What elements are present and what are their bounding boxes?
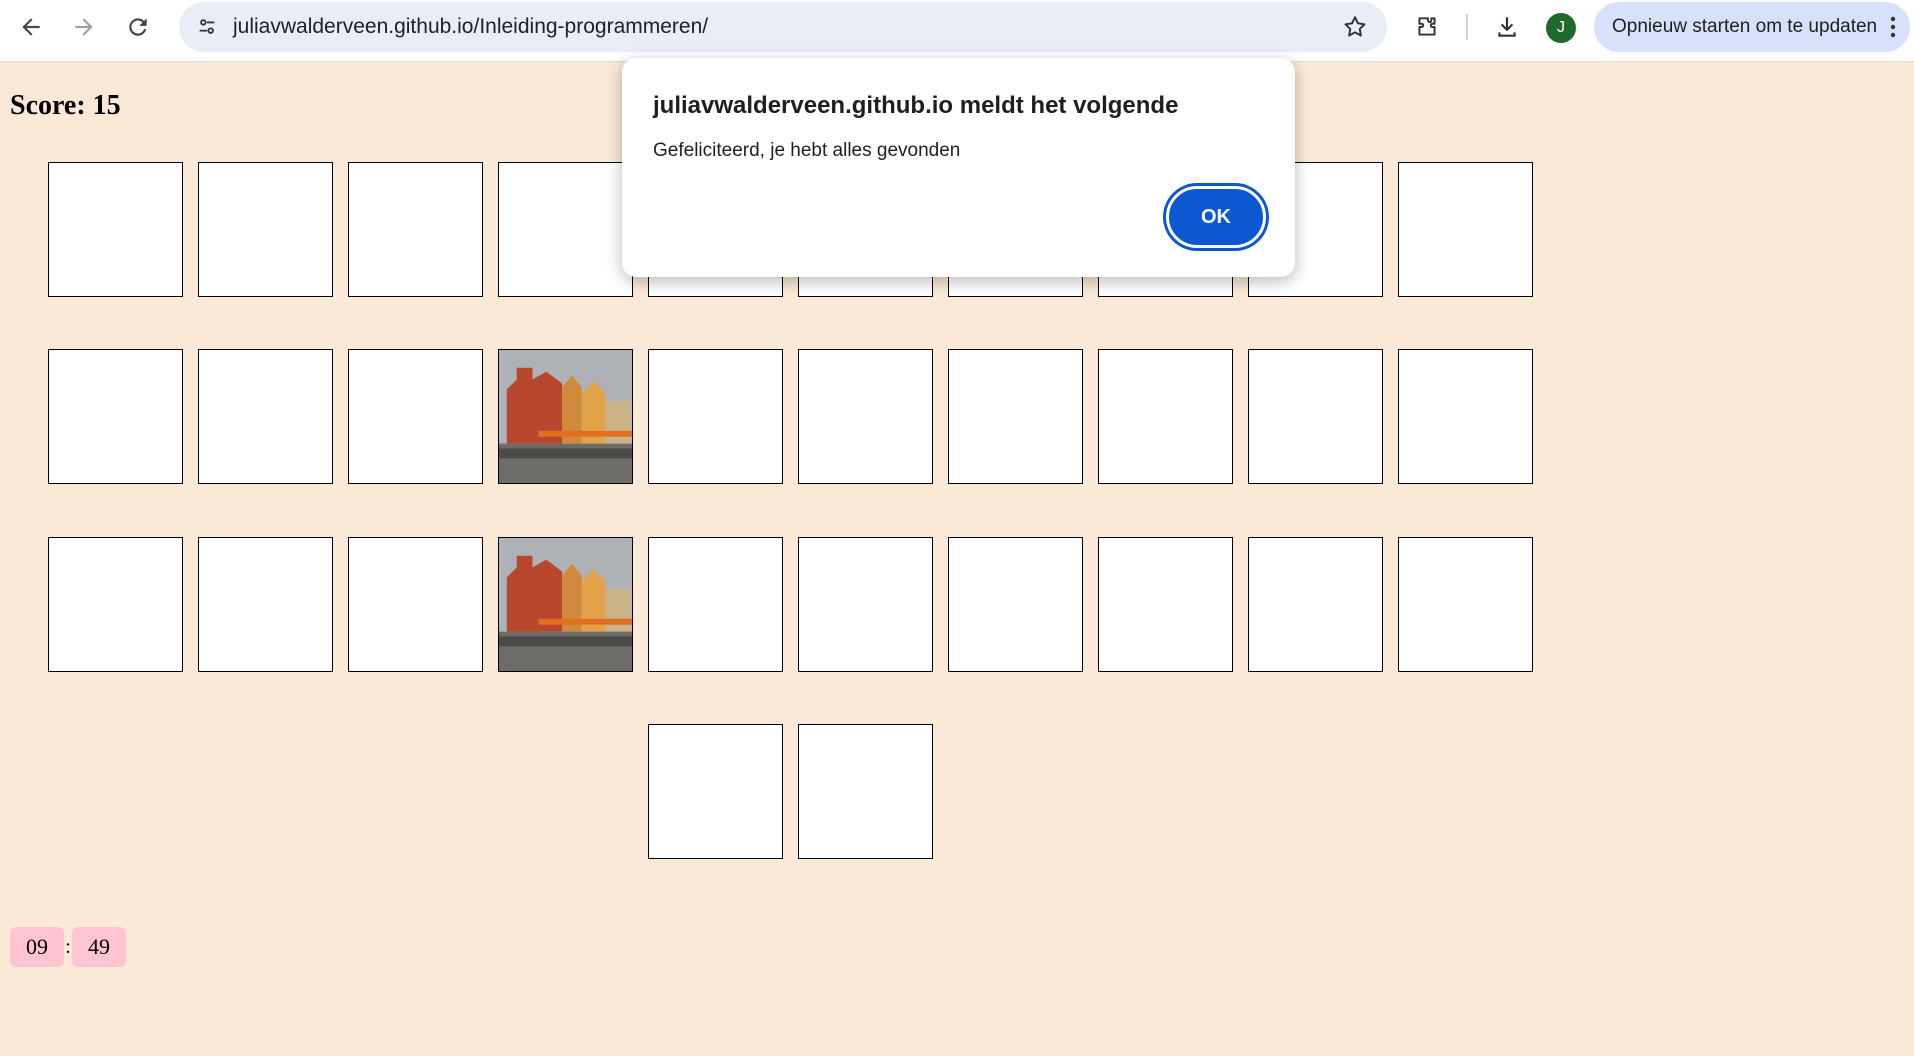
memory-card[interactable]: [48, 537, 183, 672]
toolbar-divider: [1466, 14, 1468, 40]
memory-card[interactable]: [948, 537, 1083, 672]
dialog-title: juliavwalderveen.github.io meldt het vol…: [653, 92, 1179, 119]
memory-card[interactable]: [1248, 349, 1383, 484]
forward-button[interactable]: [66, 9, 102, 45]
address-bar[interactable]: juliavwalderveen.github.io/Inleiding-pro…: [179, 2, 1387, 52]
memory-card[interactable]: [1398, 537, 1533, 672]
memory-card[interactable]: [798, 537, 933, 672]
memory-card[interactable]: [48, 162, 183, 297]
url-text[interactable]: juliavwalderveen.github.io/Inleiding-pro…: [233, 15, 708, 39]
browser-toolbar: juliavwalderveen.github.io/Inleiding-pro…: [0, 0, 1914, 62]
score-label: Score: 15: [10, 90, 121, 121]
memory-card[interactable]: [498, 162, 633, 297]
memory-card[interactable]: [648, 537, 783, 672]
timer-separator: :: [65, 935, 71, 958]
memory-card[interactable]: [198, 349, 333, 484]
memory-card[interactable]: [1098, 537, 1233, 672]
memory-card[interactable]: [1098, 349, 1233, 484]
timer: 09 : 49: [10, 927, 126, 967]
site-info-button[interactable]: [191, 11, 223, 43]
alert-dialog: juliavwalderveen.github.io meldt het vol…: [622, 58, 1295, 277]
reload-icon: [129, 18, 147, 36]
reload-button[interactable]: [120, 9, 156, 45]
memory-card[interactable]: [948, 349, 1083, 484]
memory-card[interactable]: [198, 537, 333, 672]
site-settings-icon: [199, 19, 215, 34]
memory-card[interactable]: [1398, 349, 1533, 484]
memory-card[interactable]: [348, 349, 483, 484]
building-photo: [499, 350, 632, 483]
memory-card[interactable]: [648, 724, 783, 859]
back-arrow-icon: [22, 18, 40, 36]
forward-arrow-icon: [75, 18, 93, 36]
memory-card[interactable]: [198, 162, 333, 297]
dialog-message: Gefeliciteerd, je hebt alles gevonden: [653, 140, 961, 161]
timer-seconds: 49: [72, 927, 126, 967]
extensions-button[interactable]: [1409, 9, 1445, 45]
memory-card[interactable]: [348, 537, 483, 672]
more-vert-icon[interactable]: [1890, 15, 1896, 39]
timer-minutes: 09: [10, 927, 64, 967]
back-button[interactable]: [13, 9, 49, 45]
building-photo: [499, 538, 632, 671]
profile-avatar[interactable]: J: [1546, 13, 1576, 43]
bookmark-button[interactable]: [1339, 11, 1371, 43]
memory-card[interactable]: [348, 162, 483, 297]
memory-card[interactable]: [798, 349, 933, 484]
update-restart-label: Opnieuw starten om te updaten: [1612, 16, 1878, 37]
bookmark-star-icon: [1344, 16, 1366, 37]
download-icon: [1498, 17, 1516, 37]
memory-card[interactable]: [648, 349, 783, 484]
memory-card[interactable]: [48, 349, 183, 484]
update-restart-button[interactable]: Opnieuw starten om te updaten: [1594, 2, 1910, 52]
downloads-button[interactable]: [1489, 9, 1525, 45]
memory-card[interactable]: [1398, 162, 1533, 297]
extensions-icon: [1418, 17, 1436, 36]
memory-card-revealed[interactable]: [498, 537, 633, 672]
memory-card[interactable]: [798, 724, 933, 859]
ok-button[interactable]: OK: [1166, 186, 1266, 248]
memory-card-revealed[interactable]: [498, 349, 633, 484]
memory-card[interactable]: [1248, 537, 1383, 672]
